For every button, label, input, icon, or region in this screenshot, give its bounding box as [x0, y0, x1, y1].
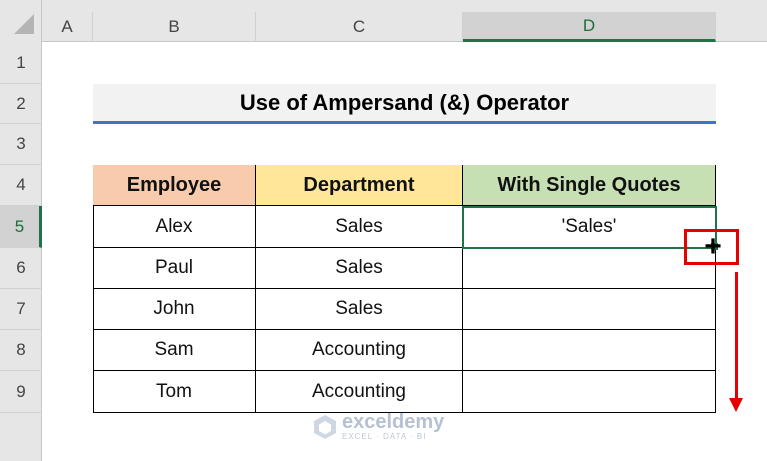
select-all-triangle-icon [14, 14, 34, 34]
cell-department[interactable]: Accounting [256, 371, 463, 413]
cell-employee[interactable]: John [93, 289, 256, 330]
active-cell-selection [462, 206, 717, 249]
cell-department[interactable]: Sales [256, 248, 463, 289]
plus-cursor-icon: + [704, 230, 722, 263]
row-header-2[interactable]: 2 [0, 84, 42, 124]
row-header-8[interactable]: 8 [0, 330, 42, 371]
cell-employee[interactable]: Sam [93, 330, 256, 371]
column-header-a[interactable]: A [42, 12, 93, 42]
cell-with-single-quotes[interactable] [463, 371, 716, 413]
row-header-7[interactable]: 7 [0, 289, 42, 330]
column-header-b[interactable]: B [93, 12, 256, 42]
cell-employee[interactable]: Paul [93, 248, 256, 289]
exceldemy-watermark: exceldemy EXCEL · DATA · BI [312, 412, 444, 442]
cell-with-single-quotes[interactable] [463, 289, 716, 330]
cell-department[interactable]: Sales [256, 289, 463, 330]
exceldemy-logo-icon [314, 415, 336, 439]
row-header-1[interactable]: 1 [0, 42, 42, 84]
cell-employee[interactable]: Alex [93, 206, 256, 248]
row-header-5[interactable]: 5 [0, 206, 42, 248]
cell-employee[interactable]: Tom [93, 371, 256, 413]
row-header-3[interactable]: 3 [0, 124, 42, 165]
cell-department[interactable]: Accounting [256, 330, 463, 371]
cell-department[interactable]: Sales [256, 206, 463, 248]
watermark-name: exceldemy [342, 411, 445, 433]
header-department[interactable]: Department [256, 165, 463, 206]
row-header-9[interactable]: 9 [0, 371, 42, 413]
column-header-d[interactable]: D [463, 12, 716, 42]
cell-with-single-quotes[interactable] [463, 330, 716, 371]
sheet-title[interactable]: Use of Ampersand (&) Operator [93, 84, 716, 124]
header-employee[interactable]: Employee [93, 165, 256, 206]
watermark-tagline: EXCEL · DATA · BI [342, 432, 427, 441]
column-header-c[interactable]: C [256, 12, 463, 42]
row-header-4[interactable]: 4 [0, 165, 42, 206]
row-header-6[interactable]: 6 [0, 248, 42, 289]
cell-with-single-quotes[interactable] [463, 248, 716, 289]
arrow-down-icon [735, 272, 738, 400]
arrow-head-icon [729, 398, 743, 412]
header-with-single-quotes[interactable]: With Single Quotes [463, 165, 716, 206]
